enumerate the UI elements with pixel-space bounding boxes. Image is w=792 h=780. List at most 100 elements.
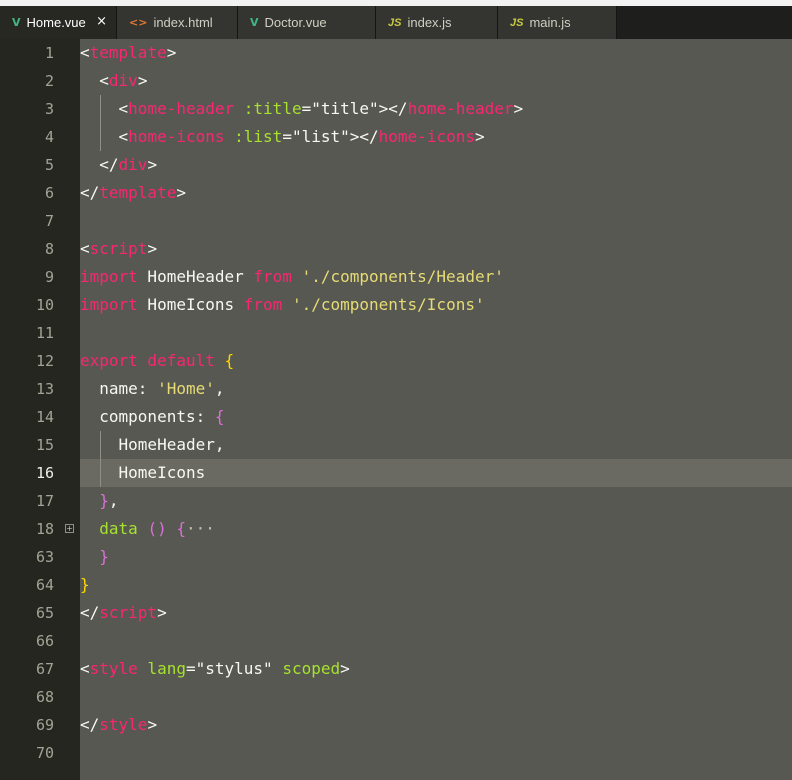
code-text[interactable]: import HomeIcons from './components/Icon…: [80, 291, 485, 319]
code-line: 18 + data () {···: [0, 515, 792, 543]
code-text[interactable]: <template>: [80, 39, 176, 67]
code-text[interactable]: </style>: [80, 711, 157, 739]
code-line: 1 <template>: [0, 39, 792, 67]
code-text[interactable]: <script>: [80, 235, 157, 263]
code-text[interactable]: <div>: [80, 67, 147, 95]
code-line: 64}: [0, 571, 792, 599]
html-icon: <>: [129, 16, 148, 29]
code-token: from: [253, 267, 292, 286]
code-token: "list": [291, 127, 350, 146]
code-text[interactable]: <style lang="stylus" scoped>: [80, 655, 350, 683]
code-line: 63 }: [0, 543, 792, 571]
line-number: 7: [44, 212, 54, 230]
vue-icon: V: [12, 16, 21, 29]
line-number: 11: [35, 324, 54, 342]
code-text[interactable]: name: 'Home',: [80, 375, 225, 403]
code-text[interactable]: <home-header :title="title"></home-heade…: [80, 95, 524, 123]
code-token: >: [474, 127, 485, 146]
code-token: :list: [234, 127, 283, 146]
tab-doctor-vue[interactable]: V Doctor.vue: [238, 6, 376, 39]
code-text[interactable]: }: [80, 543, 109, 571]
code-text[interactable]: }: [80, 571, 90, 599]
tab-main-js[interactable]: JS main.js: [498, 6, 617, 39]
code-token: =: [185, 659, 196, 678]
code-token: }: [99, 547, 109, 566]
code-token: div: [108, 71, 138, 90]
code-text[interactable]: data () {···: [80, 515, 215, 543]
line-number: 18: [35, 520, 54, 538]
code-line: 66: [0, 627, 792, 655]
line-number: 64: [35, 576, 54, 594]
code-token: >: [147, 155, 158, 174]
code-text[interactable]: },: [80, 487, 119, 515]
code-text[interactable]: import HomeHeader from './components/Hea…: [80, 263, 504, 291]
code-line: 14 components: {: [0, 403, 792, 431]
code-token: ></: [378, 99, 408, 118]
code-token: import: [80, 295, 138, 314]
code-text[interactable]: components: {: [80, 403, 225, 431]
code-token: {: [176, 519, 186, 538]
tab-bar-empty: [617, 6, 792, 39]
line-number: 16: [35, 464, 54, 482]
line-number: 63: [35, 548, 54, 566]
code-token: home-icons: [128, 127, 225, 146]
code-token: ···: [185, 519, 215, 538]
code-token: ,: [214, 379, 225, 398]
code-text[interactable]: </template>: [80, 179, 186, 207]
code-token: <: [80, 71, 109, 90]
code-token: export default: [80, 351, 215, 370]
code-token: </: [80, 183, 100, 202]
code-line: 69 </style>: [0, 711, 792, 739]
code-token: </: [80, 155, 119, 174]
code-token: {: [214, 407, 225, 426]
code-text[interactable]: </script>: [80, 599, 167, 627]
tab-home-vue[interactable]: V Home.vue ×: [0, 6, 117, 39]
code-token: <: [80, 127, 129, 146]
line-number: 13: [35, 380, 54, 398]
code-lines: 1 <template> 2 <div> 3 <home-header :title=…: [0, 39, 792, 767]
close-icon[interactable]: ×: [96, 14, 107, 29]
code-token: 'Home': [157, 379, 215, 398]
code-token: ,: [108, 491, 119, 510]
code-token: './components/Header': [301, 267, 504, 286]
line-number: 5: [44, 156, 54, 174]
vue-icon: V: [250, 16, 259, 29]
code-token: <: [80, 659, 90, 678]
line-number: 67: [35, 660, 54, 678]
code-token: name:: [80, 379, 158, 398]
line-number: 14: [35, 408, 54, 426]
line-number: 10: [35, 296, 54, 314]
tab-label: index.html: [153, 15, 213, 30]
code-token: <: [80, 239, 90, 258]
line-number: 68: [35, 688, 54, 706]
code-text[interactable]: HomeIcons: [80, 459, 206, 487]
line-number: 1: [44, 44, 54, 62]
code-text[interactable]: <home-icons :list="list"></home-icons>: [80, 123, 485, 151]
fold-expand-icon[interactable]: +: [65, 524, 74, 533]
line-number: 12: [35, 352, 54, 370]
line-number: 3: [44, 100, 54, 118]
code-token: div: [118, 155, 148, 174]
code-token: >: [166, 43, 177, 62]
code-line: 17 },: [0, 487, 792, 515]
code-text[interactable]: HomeHeader,: [80, 431, 225, 459]
tab-index-html[interactable]: <> index.html: [117, 6, 238, 39]
tab-label: main.js: [529, 15, 571, 30]
code-text[interactable]: </div>: [80, 151, 157, 179]
code-line: 12 export default {: [0, 347, 792, 375]
code-token: >: [147, 715, 158, 734]
code-line: 15 HomeHeader,: [0, 431, 792, 459]
code-line: 2 <div>: [0, 67, 792, 95]
code-text[interactable]: export default {: [80, 347, 234, 375]
tab-bar: V Home.vue × <> index.html V Doctor.vue JS index…: [0, 6, 792, 39]
code-token: style: [99, 715, 148, 734]
code-token: script: [99, 603, 158, 622]
code-token: >: [340, 659, 350, 678]
tab-index-js[interactable]: JS index.js: [376, 6, 498, 39]
